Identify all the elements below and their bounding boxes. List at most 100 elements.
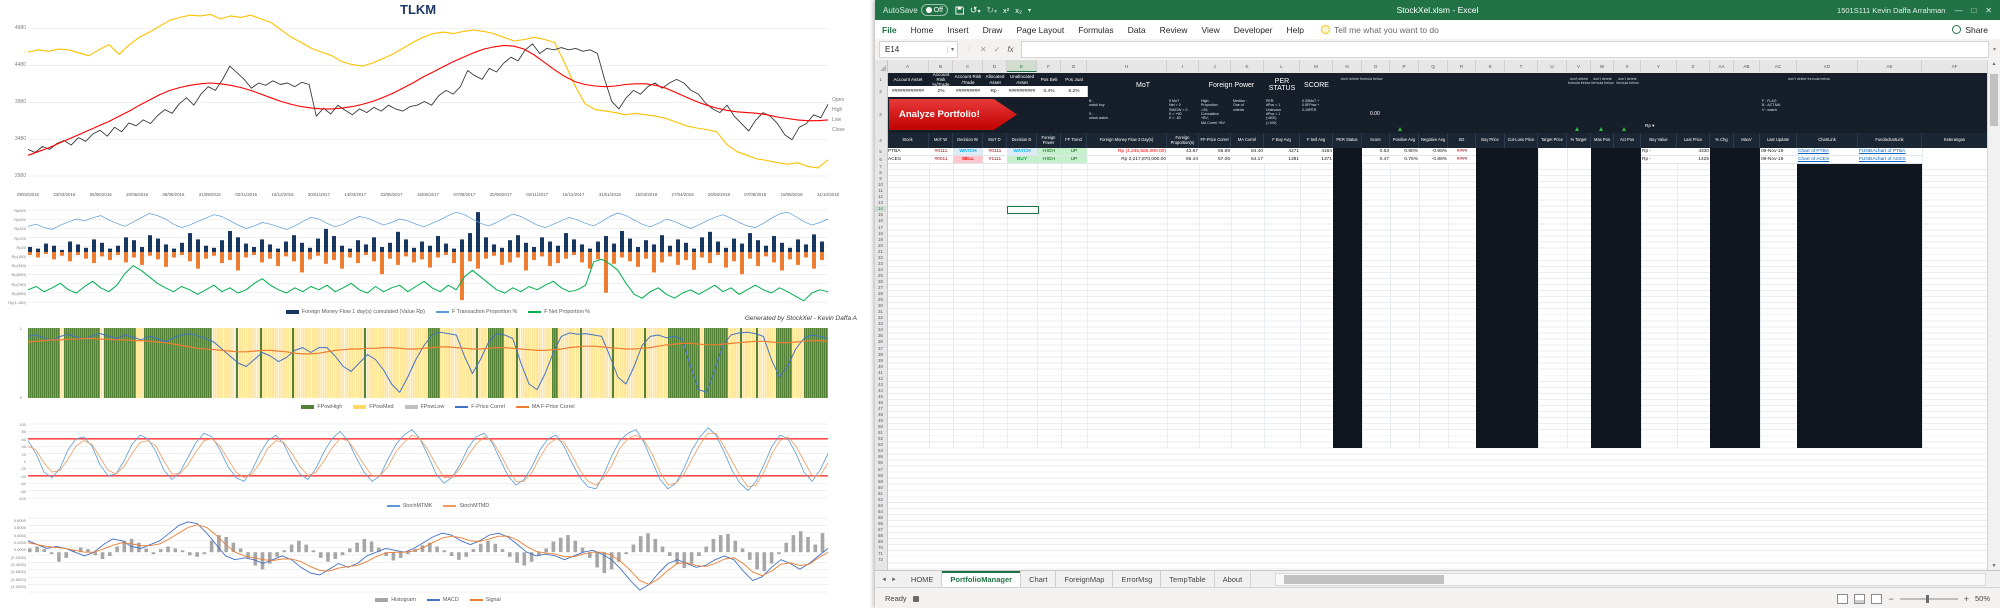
ribbon-tab-data[interactable]: Data bbox=[1121, 20, 1153, 39]
tabs-scroll-right-icon[interactable]: ► bbox=[891, 577, 897, 583]
table-column-header[interactable]: Decision D bbox=[1007, 133, 1037, 148]
cell-K6[interactable]: 54.17 bbox=[1231, 156, 1264, 164]
table-column-header[interactable]: Cut-Loss Price bbox=[1505, 133, 1538, 148]
analyze-portfolio-button[interactable]: Analyze Portfolio! bbox=[889, 99, 1017, 130]
customize-qat-icon[interactable]: ▾ bbox=[1028, 7, 1031, 14]
account-value[interactable]: ############ bbox=[887, 86, 930, 97]
column-header-S[interactable]: S bbox=[1476, 60, 1505, 72]
confirm-entry-icon[interactable]: ✓ bbox=[994, 45, 1001, 54]
ribbon-tab-help[interactable]: Help bbox=[1280, 20, 1311, 39]
table-column-header[interactable]: Act Pos bbox=[1614, 133, 1641, 148]
cell-AD6[interactable]: Chart of ACES bbox=[1797, 156, 1858, 164]
cell-Z6[interactable]: 1425 bbox=[1677, 156, 1710, 164]
cell-P5[interactable]: 0.90% bbox=[1390, 148, 1419, 156]
column-header-N[interactable]: N bbox=[1333, 60, 1362, 72]
cell-K5[interactable]: 84.40 bbox=[1231, 148, 1264, 156]
table-column-header[interactable]: Negative Avg bbox=[1419, 133, 1448, 148]
column-header-G[interactable]: G bbox=[1061, 60, 1087, 72]
ribbon-tab-draw[interactable]: Draw bbox=[976, 20, 1010, 39]
restore-button[interactable]: □ bbox=[1971, 6, 1976, 15]
ribbon-tab-page-layout[interactable]: Page Layout bbox=[1009, 20, 1071, 39]
cell-I5[interactable]: 43.67 bbox=[1167, 148, 1199, 156]
column-header-P[interactable]: P bbox=[1390, 60, 1419, 72]
table-column-header[interactable]: Stock bbox=[887, 133, 929, 148]
row-header-5[interactable]: 5 bbox=[875, 148, 886, 156]
vertical-scrollbar[interactable]: ▲ ▼ bbox=[1987, 60, 2000, 570]
horizontal-scroll-thumb[interactable] bbox=[1284, 575, 1445, 584]
cell-B6[interactable]: #0011 bbox=[929, 156, 953, 164]
cell-AC6[interactable]: 09-Nov-18 bbox=[1760, 156, 1797, 164]
sheet-tab-Chart[interactable]: Chart bbox=[1021, 571, 1057, 588]
insert-function-icon[interactable]: fx bbox=[1007, 45, 1013, 54]
row-header-1[interactable]: 1 bbox=[875, 73, 886, 86]
table-column-header[interactable]: F Buy Avg bbox=[1264, 133, 1300, 148]
horizontal-scrollbar[interactable] bbox=[1275, 573, 1986, 586]
cell-C6[interactable]: SELL bbox=[953, 156, 983, 164]
cell-F5[interactable]: HIGH bbox=[1037, 148, 1061, 156]
cell-G5[interactable]: UP bbox=[1061, 148, 1087, 156]
row-header-4[interactable]: 4 bbox=[875, 133, 886, 148]
cell-L6[interactable]: 1381 bbox=[1264, 156, 1300, 164]
table-column-header[interactable]: FF-Price Correl bbox=[1199, 133, 1231, 148]
cell-D5[interactable]: #0111 bbox=[983, 148, 1007, 156]
sheet-grid[interactable]: 1 2 3 4 5 6 7 8 9 10 11 12 13 14 15 16 17 18 19 20 21 22 23 24 2… bbox=[875, 73, 1988, 570]
column-header-L[interactable]: L bbox=[1264, 60, 1300, 72]
account-value[interactable]: 0.4% bbox=[1037, 86, 1062, 97]
table-column-header[interactable]: Decision W bbox=[953, 133, 983, 148]
cell-A5[interactable]: PTBA bbox=[887, 148, 929, 156]
column-header-Y[interactable]: Y bbox=[1641, 60, 1677, 72]
redo-icon[interactable]: ↻▾ bbox=[986, 5, 997, 16]
column-header-Q[interactable]: Q bbox=[1419, 60, 1448, 72]
column-header-T[interactable]: T bbox=[1505, 60, 1538, 72]
cell-Z5[interactable]: 4330 bbox=[1677, 148, 1710, 156]
ribbon-tab-file[interactable]: File bbox=[875, 20, 904, 39]
cell-R6[interactable]: #### bbox=[1448, 156, 1476, 164]
row-header-6[interactable]: 6 bbox=[875, 156, 886, 164]
column-header-B[interactable]: B bbox=[929, 60, 953, 72]
cell-M5[interactable]: 4184 bbox=[1300, 148, 1333, 156]
superscript-icon[interactable]: x² bbox=[1003, 6, 1009, 15]
cell-AC5[interactable]: 09-Nov-18 bbox=[1760, 148, 1797, 156]
cell-I6[interactable]: 86.44 bbox=[1167, 156, 1199, 164]
column-header-F[interactable]: F bbox=[1037, 60, 1061, 72]
cell-Q6[interactable]: -0.88% bbox=[1419, 156, 1448, 164]
sheet-tab-HOME[interactable]: HOME bbox=[903, 571, 943, 588]
sheet-tab-ErrorMsg[interactable]: ErrorMsg bbox=[1113, 571, 1162, 588]
column-header-D[interactable]: D bbox=[983, 60, 1007, 72]
sheet-tab-PortfolioManager[interactable]: PortfolioManager bbox=[942, 571, 1022, 588]
column-header-M[interactable]: M bbox=[1300, 60, 1333, 72]
cell-B5[interactable]: #0111 bbox=[929, 148, 953, 156]
page-layout-view-icon[interactable] bbox=[1854, 593, 1866, 604]
column-header-W[interactable]: W bbox=[1591, 60, 1614, 72]
table-column-header[interactable]: % Chg bbox=[1710, 133, 1734, 148]
cell-R5[interactable]: #### bbox=[1448, 148, 1476, 156]
column-header-Z[interactable]: Z bbox=[1677, 60, 1710, 72]
table-column-header[interactable]: Target Price bbox=[1538, 133, 1567, 148]
zoom-slider-knob[interactable] bbox=[1925, 594, 1929, 603]
signed-in-user[interactable]: 1501S111 Kevin Daffa Arrahman bbox=[1837, 6, 1945, 15]
cell-L5[interactable]: 4271 bbox=[1264, 148, 1300, 156]
autosave-toggle[interactable]: AutoSave Off bbox=[883, 4, 948, 16]
name-box[interactable]: E14 ▾ bbox=[879, 41, 958, 58]
column-header-AA[interactable]: AA bbox=[1710, 60, 1734, 72]
formula-input[interactable] bbox=[1020, 41, 1989, 58]
table-column-header[interactable]: MoT W bbox=[929, 133, 953, 148]
normal-view-icon[interactable] bbox=[1837, 593, 1849, 604]
ribbon-tab-formulas[interactable]: Formulas bbox=[1071, 20, 1120, 39]
ribbon-tab-view[interactable]: View bbox=[1194, 20, 1226, 39]
column-header-AF[interactable]: AF bbox=[1922, 60, 1988, 72]
share-button[interactable]: Share bbox=[1952, 25, 2000, 35]
column-header-X[interactable]: X bbox=[1614, 60, 1641, 72]
cell-AD5[interactable]: Chart of PTBA bbox=[1797, 148, 1858, 156]
table-column-header[interactable]: SD bbox=[1448, 133, 1476, 148]
column-header-U[interactable]: U bbox=[1538, 60, 1567, 72]
ribbon-tab-review[interactable]: Review bbox=[1153, 20, 1195, 39]
sheet-tab-About[interactable]: About bbox=[1215, 571, 1252, 588]
sheet-tab-ForeignMap[interactable]: ForeignMap bbox=[1056, 571, 1114, 588]
selected-cell-E14[interactable] bbox=[1007, 206, 1039, 215]
column-header-R[interactable]: R bbox=[1448, 60, 1476, 72]
column-header-V[interactable]: V bbox=[1567, 60, 1591, 72]
cell-H5[interactable]: Rp (4,245,565,000.00) bbox=[1087, 148, 1167, 156]
cell-F6[interactable]: HIGH bbox=[1037, 156, 1061, 164]
zoom-out-icon[interactable]: − bbox=[1888, 594, 1893, 604]
